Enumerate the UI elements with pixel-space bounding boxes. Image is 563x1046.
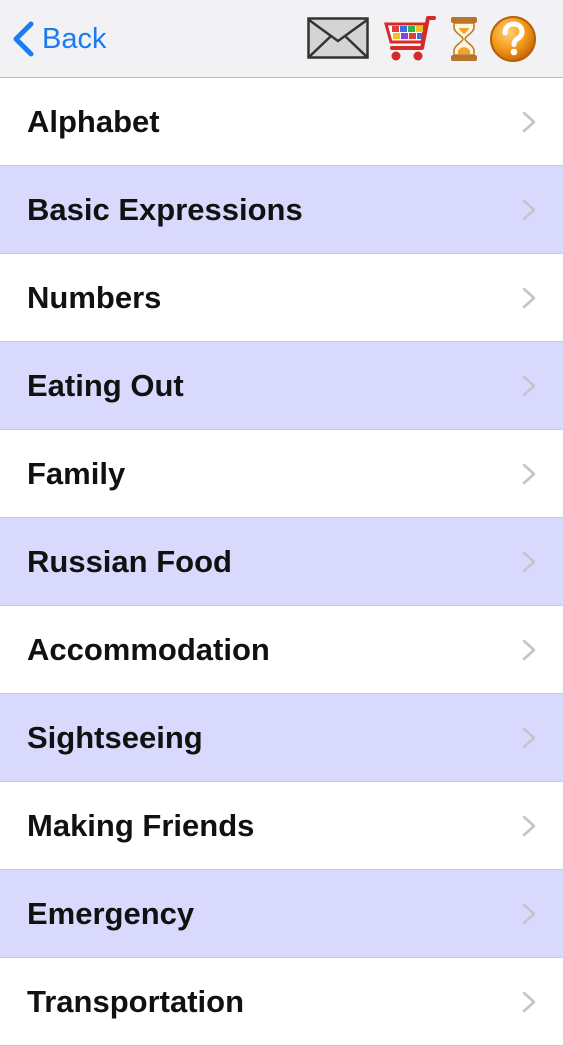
topic-list: Alphabet Basic Expressions Numbers Eating O… bbox=[0, 78, 563, 1046]
chevron-right-icon bbox=[522, 199, 536, 221]
mail-button[interactable] bbox=[307, 17, 369, 59]
list-item[interactable]: Making Friends bbox=[0, 782, 563, 870]
list-item-label: Numbers bbox=[27, 280, 162, 315]
chevron-right-icon bbox=[522, 375, 536, 397]
back-button[interactable]: Back bbox=[12, 18, 106, 60]
list-item[interactable]: Eating Out bbox=[0, 342, 563, 430]
list-item-label: Russian Food bbox=[27, 544, 232, 579]
chevron-right-icon bbox=[522, 903, 536, 925]
shopping-cart-icon bbox=[384, 16, 436, 61]
back-button-label: Back bbox=[42, 22, 107, 55]
list-item[interactable]: Numbers bbox=[0, 254, 563, 342]
list-item[interactable]: Accommodation bbox=[0, 606, 563, 694]
hourglass-icon bbox=[451, 17, 477, 61]
chevron-right-icon bbox=[522, 639, 536, 661]
list-item[interactable]: Basic Expressions bbox=[0, 166, 563, 254]
shopping-cart-button[interactable] bbox=[382, 14, 438, 64]
hourglass-button[interactable] bbox=[450, 16, 478, 62]
list-item-label: Emergency bbox=[27, 896, 195, 931]
list-item[interactable]: Emergency bbox=[0, 870, 563, 958]
list-item[interactable]: Transportation bbox=[0, 958, 563, 1046]
list-item[interactable]: Russian Food bbox=[0, 518, 563, 606]
help-button[interactable] bbox=[489, 15, 537, 63]
list-item-label: Eating Out bbox=[27, 368, 184, 403]
chevron-right-icon bbox=[522, 463, 536, 485]
chevron-left-icon bbox=[13, 21, 34, 57]
chevron-right-icon bbox=[522, 111, 536, 133]
chevron-right-icon bbox=[522, 727, 536, 749]
chevron-right-icon bbox=[522, 551, 536, 573]
list-item-label: Sightseeing bbox=[27, 720, 203, 755]
list-item-label: Family bbox=[27, 456, 126, 491]
help-icon bbox=[490, 16, 536, 62]
list-item[interactable]: Family bbox=[0, 430, 563, 518]
list-item-label: Accommodation bbox=[27, 632, 270, 667]
chevron-right-icon bbox=[522, 991, 536, 1013]
mail-icon bbox=[307, 17, 369, 59]
list-item-label: Basic Expressions bbox=[27, 192, 303, 227]
list-item-label: Making Friends bbox=[27, 808, 255, 843]
list-item[interactable]: Alphabet bbox=[0, 78, 563, 166]
list-item-label: Transportation bbox=[27, 984, 245, 1019]
navigation-bar: Back bbox=[0, 0, 563, 78]
chevron-right-icon bbox=[522, 287, 536, 309]
list-item[interactable]: Sightseeing bbox=[0, 694, 563, 782]
chevron-right-icon bbox=[522, 815, 536, 837]
list-item-label: Alphabet bbox=[27, 104, 160, 139]
